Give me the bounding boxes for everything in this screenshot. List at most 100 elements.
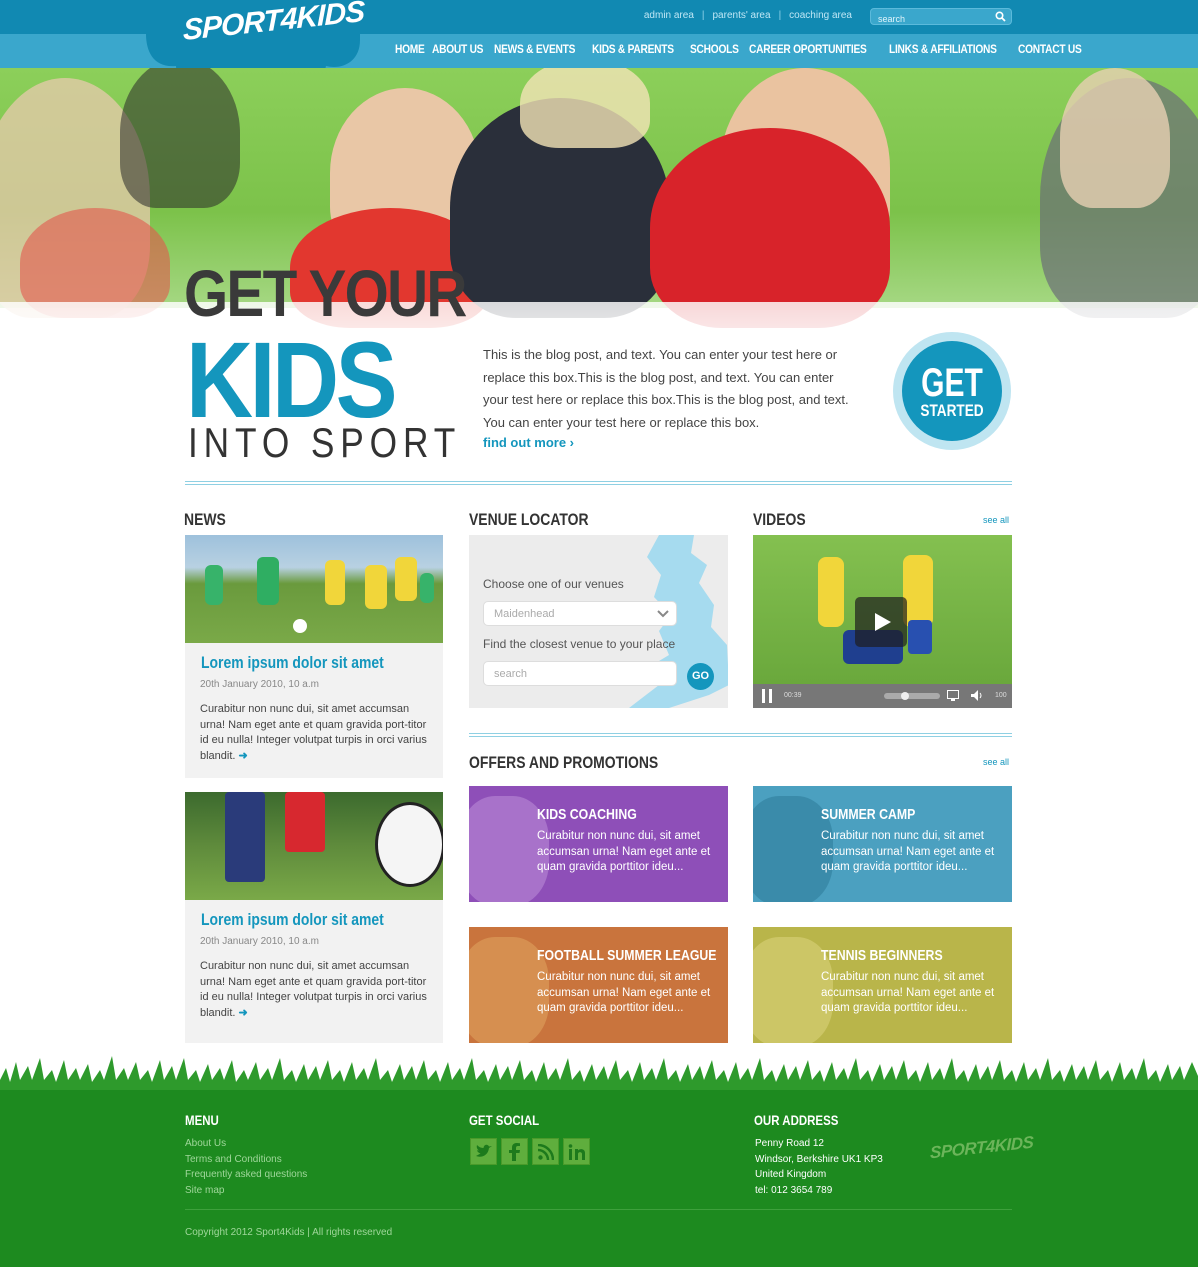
offers-see-all-link[interactable]: see all: [983, 757, 1009, 767]
hero-headline-line2: KIDS: [186, 319, 398, 440]
promo-title: TENNIS BEGINNERS: [821, 947, 943, 964]
copyright: Copyright 2012 Sport4Kids | All rights r…: [185, 1227, 393, 1238]
nav-links-affiliations[interactable]: LINKS & AFFILIATIONS: [889, 42, 997, 56]
hero-photo: [0, 68, 1198, 328]
hero-headline-line3: INTO SPORT: [188, 419, 462, 466]
footer-link-faq[interactable]: Frequently asked questions: [185, 1167, 307, 1183]
arrow-right-icon[interactable]: ➜: [239, 1007, 248, 1019]
address-line: Windsor, Berkshire UK1 KP3: [755, 1153, 883, 1165]
volume-label: 100: [995, 692, 1007, 699]
videos-see-all-link[interactable]: see all: [983, 515, 1009, 525]
divider: [185, 481, 1012, 485]
news-date: 20th January 2010, 10 a.m: [200, 679, 319, 690]
promo-text: Curabitur non nunc dui, sit amet accumsa…: [821, 971, 995, 1014]
chevron-right-icon: ›: [569, 435, 575, 450]
get-started-inner: GET STARTED: [902, 341, 1002, 441]
nav-about-us[interactable]: ABOUT US: [432, 42, 483, 56]
footer: [0, 1090, 1198, 1267]
find-out-more-link[interactable]: find out more ›: [483, 435, 574, 450]
promo-card-summer-camp[interactable]: SUMMER CAMP Curabitur non nunc dui, sit …: [753, 786, 1012, 902]
footer-address-heading: OUR ADDRESS: [754, 1112, 839, 1128]
promo-card-football-summer-league[interactable]: FOOTBALL SUMMER LEAGUE Curabitur non nun…: [469, 927, 728, 1043]
hero-headline-line1: GET YOUR: [184, 256, 467, 330]
pause-icon[interactable]: [761, 689, 773, 703]
video-elapsed-time: 00:39: [784, 692, 802, 699]
find-out-more-label: find out more: [483, 435, 567, 450]
video-player[interactable]: 00:39 100: [753, 535, 1012, 708]
nav-schools[interactable]: SCHOOLS: [690, 42, 739, 56]
promo-title: KIDS COACHING: [537, 806, 637, 823]
top-links: admin area | parents' area | coaching ar…: [644, 10, 852, 21]
promo-text: Curabitur non nunc dui, sit amet accumsa…: [537, 830, 711, 873]
venue-select-value: Maidenhead: [494, 608, 555, 620]
divider: [469, 733, 1012, 737]
fullscreen-icon[interactable]: [947, 690, 959, 701]
footer-social-heading: GET SOCIAL: [469, 1112, 540, 1128]
venue-search-input[interactable]: search: [483, 661, 677, 686]
venue-heading: VENUE LOCATOR: [469, 510, 589, 529]
news-title[interactable]: Lorem ipsum dolor sit amet: [201, 653, 399, 673]
news-title[interactable]: Lorem ipsum dolor sit amet: [201, 910, 399, 930]
video-progress-bar[interactable]: [884, 692, 940, 700]
separator: |: [701, 10, 705, 21]
news-image: [185, 535, 443, 643]
promo-card-tennis-beginners[interactable]: TENNIS BEGINNERS Curabitur non nunc dui,…: [753, 927, 1012, 1043]
rss-icon[interactable]: [532, 1138, 559, 1165]
admin-area-link[interactable]: admin area: [644, 10, 694, 21]
videos-heading: VIDEOS: [753, 510, 806, 529]
news-body: Curabitur non nunc dui, sit amet accumsa…: [200, 960, 427, 1019]
footer-link-about-us[interactable]: About Us: [185, 1136, 307, 1152]
nav-home[interactable]: HOME: [395, 42, 425, 56]
nav-news-events[interactable]: NEWS & EVENTS: [494, 42, 575, 56]
address-phone: tel: 012 3654 789: [755, 1184, 833, 1196]
separator: |: [778, 10, 782, 21]
get-started-line1: GET: [921, 360, 983, 405]
news-card[interactable]: Lorem ipsum dolor sit amet 20th January …: [185, 792, 443, 1043]
main-nav: HOME ABOUT US NEWS & EVENTS KIDS & PAREN…: [395, 42, 1084, 56]
venue-select[interactable]: Maidenhead: [483, 601, 677, 626]
address-line: United Kingdom: [755, 1169, 827, 1180]
promo-title: FOOTBALL SUMMER LEAGUE: [537, 947, 717, 964]
chevron-down-icon: [657, 610, 669, 618]
venue-closest-label: Find the closest venue to your place: [483, 637, 676, 651]
promo-text: Curabitur non nunc dui, sit amet accumsa…: [537, 971, 711, 1014]
go-button[interactable]: GO: [687, 663, 714, 690]
news-heading: NEWS: [184, 510, 226, 529]
coaching-area-link[interactable]: coaching area: [789, 10, 852, 21]
hero-blurb: This is the blog post, and text. You can…: [483, 347, 849, 430]
news-body: Curabitur non nunc dui, sit amet accumsa…: [200, 703, 427, 762]
footer-address: Penny Road 12 Windsor, Berkshire UK1 KP3…: [755, 1136, 883, 1198]
nav-contact-us[interactable]: CONTACT US: [1018, 42, 1082, 56]
twitter-icon[interactable]: [470, 1138, 497, 1165]
video-controls: 00:39 100: [753, 684, 1012, 708]
offers-heading: OFFERS AND PROMOTIONS: [469, 753, 659, 772]
linkedin-icon[interactable]: [563, 1138, 590, 1165]
get-started-line2: STARTED: [920, 400, 984, 420]
nav-kids-parents[interactable]: KIDS & PARENTS: [592, 42, 674, 56]
venue-choose-label: Choose one of our venues: [483, 577, 624, 591]
nav-career-oportunities[interactable]: CAREER OPORTUNITIES: [749, 42, 867, 56]
volume-icon[interactable]: [971, 690, 983, 701]
footer-divider: [185, 1209, 1012, 1210]
venue-locator: Choose one of our venues Maidenhead Find…: [469, 535, 728, 708]
parents-area-link[interactable]: parents' area: [713, 10, 771, 21]
promo-card-kids-coaching[interactable]: KIDS COACHING Curabitur non nunc dui, si…: [469, 786, 728, 902]
address-line: Penny Road 12: [755, 1138, 824, 1149]
footer-link-terms[interactable]: Terms and Conditions: [185, 1152, 307, 1168]
footer-link-site-map[interactable]: Site map: [185, 1183, 307, 1199]
footer-menu-heading: MENU: [185, 1112, 219, 1128]
news-card[interactable]: Lorem ipsum dolor sit amet 20th January …: [185, 535, 443, 778]
news-date: 20th January 2010, 10 a.m: [200, 936, 319, 947]
video-progress-knob[interactable]: [901, 692, 909, 700]
news-image: [185, 792, 443, 900]
play-button[interactable]: [855, 597, 907, 647]
play-icon: [875, 613, 891, 631]
search-icon[interactable]: [995, 11, 1006, 22]
search-input[interactable]: [871, 11, 981, 27]
promo-title: SUMMER CAMP: [821, 806, 916, 823]
get-started-button[interactable]: GET STARTED: [893, 332, 1011, 450]
top-search: [870, 8, 1012, 27]
promo-text: Curabitur non nunc dui, sit amet accumsa…: [821, 830, 995, 873]
arrow-right-icon[interactable]: ➜: [239, 750, 248, 762]
facebook-icon[interactable]: [501, 1138, 528, 1165]
